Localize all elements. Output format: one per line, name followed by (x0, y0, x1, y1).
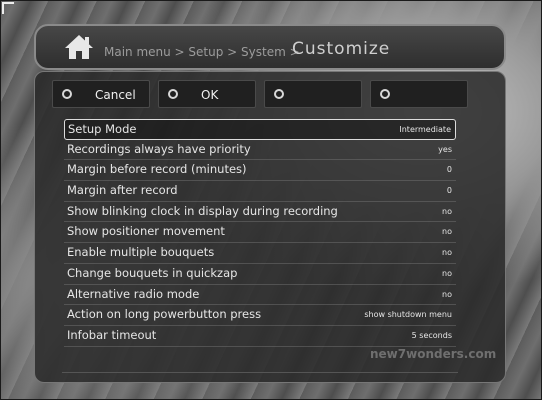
setting-row-infobar-timeout[interactable]: Infobar timeout 5 seconds (64, 326, 456, 347)
setting-value: 0 (446, 186, 452, 196)
setting-value: Intermediate (399, 125, 451, 134)
setting-value: no (442, 289, 452, 299)
setting-row-blinking-clock[interactable]: Show blinking clock in display during re… (64, 202, 456, 223)
watermark: new7wonders.com (370, 347, 497, 361)
setting-value: 5 seconds (411, 330, 452, 340)
setting-row-recordings-priority[interactable]: Recordings always have priority yes (64, 140, 456, 161)
ok-button-label: OK (201, 88, 219, 102)
header-bar: Main menu > Setup > System > Customize (34, 24, 506, 70)
setting-value: show shutdown menu (364, 310, 452, 320)
setting-row-radio-mode[interactable]: Alternative radio mode no (64, 285, 456, 306)
divider (62, 372, 458, 373)
setting-value: 0 (446, 165, 452, 175)
cancel-button-label: Cancel (95, 88, 136, 102)
setting-value: yes (438, 144, 452, 154)
setting-row-multiple-bouquets[interactable]: Enable multiple bouquets no (64, 243, 456, 264)
corner-mark (2, 2, 14, 14)
cancel-button[interactable]: Cancel (52, 80, 150, 108)
yellow-button[interactable] (264, 80, 362, 108)
ok-button[interactable]: OK (158, 80, 256, 108)
setting-value: no (442, 206, 452, 216)
red-button-indicator-icon (62, 89, 72, 99)
setting-row-margin-before[interactable]: Margin before record (minutes) 0 (64, 160, 456, 182)
screen: Main menu > Setup > System > Customize C… (0, 0, 542, 400)
settings-list: Setup Mode Intermediate Recordings alway… (64, 119, 456, 347)
setting-label: Change bouquets in quickzap (67, 265, 238, 280)
breadcrumb: Main menu > Setup > System > (104, 45, 300, 59)
setting-label: Enable multiple bouquets (67, 245, 215, 260)
setting-label: Show positioner movement (67, 224, 225, 239)
setting-label: Margin before record (minutes) (67, 162, 247, 177)
setting-value: no (442, 268, 452, 278)
setting-label: Infobar timeout (67, 327, 157, 342)
setting-row-quickzap[interactable]: Change bouquets in quickzap no (64, 264, 456, 285)
setting-row-setup-mode[interactable]: Setup Mode Intermediate (64, 119, 456, 140)
setting-label: Recordings always have priority (67, 141, 251, 156)
setting-label: Show blinking clock in display during re… (67, 203, 338, 218)
setting-row-margin-after[interactable]: Margin after record 0 (64, 181, 456, 202)
home-icon (65, 35, 93, 59)
setting-label: Action on long powerbutton press (67, 307, 262, 322)
setting-value: no (442, 248, 452, 258)
setting-row-positioner[interactable]: Show positioner movement no (64, 222, 456, 244)
blue-button-indicator-icon (380, 89, 390, 99)
yellow-button-indicator-icon (274, 89, 284, 99)
button-bar: Cancel OK (52, 80, 470, 110)
setting-value: no (442, 227, 452, 237)
setting-label: Margin after record (67, 183, 178, 198)
setting-row-powerbutton[interactable]: Action on long powerbutton press show sh… (64, 305, 456, 326)
blue-button[interactable] (370, 80, 468, 108)
setting-label: Setup Mode (68, 122, 137, 136)
page-title: Customize (292, 39, 391, 59)
setting-label: Alternative radio mode (67, 286, 200, 301)
green-button-indicator-icon (168, 89, 178, 99)
